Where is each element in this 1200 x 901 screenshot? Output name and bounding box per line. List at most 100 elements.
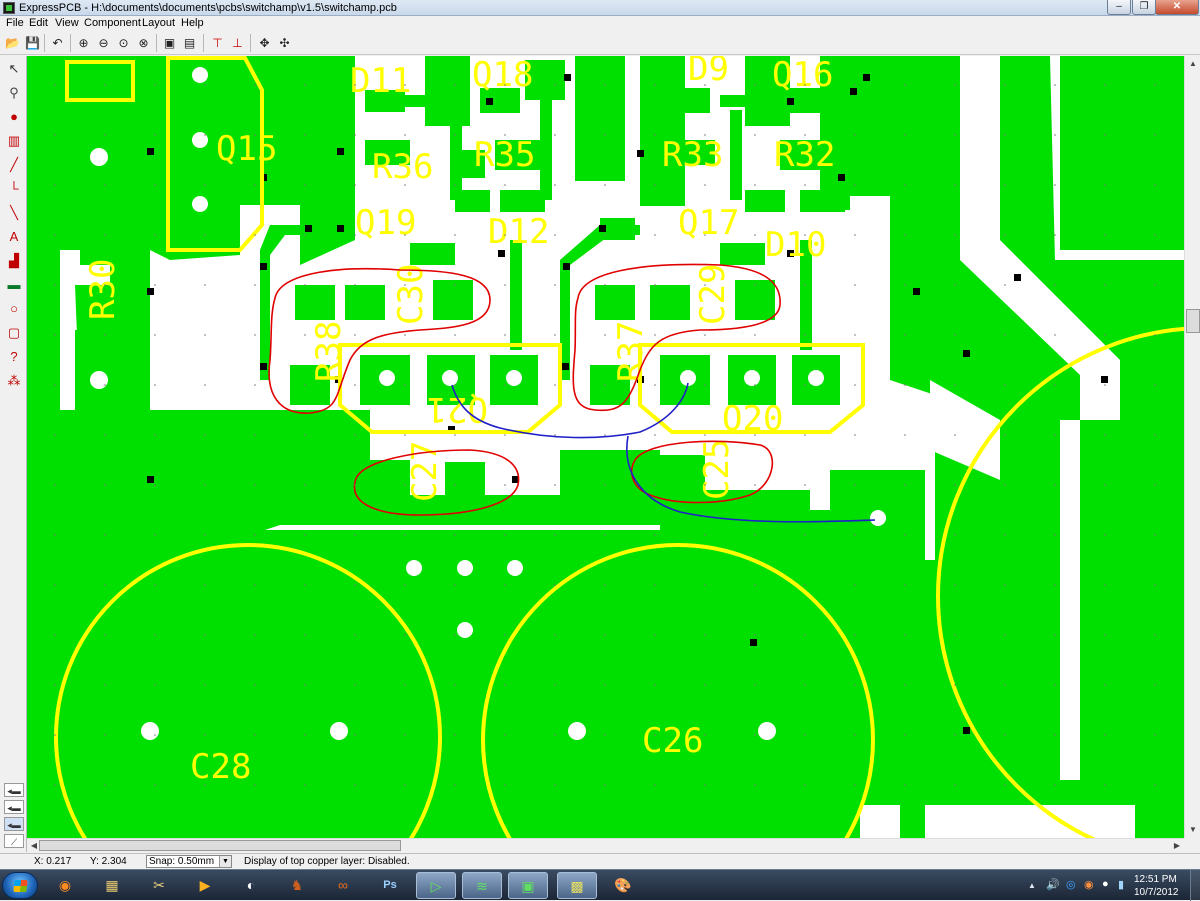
net-tool[interactable]: ⁂ [4,371,24,391]
layer-bottom-button[interactable]: ◂▬ [4,800,24,814]
menu-edit[interactable]: Edit [29,17,48,30]
grid-dot [604,284,606,286]
select-tool[interactable]: ↖ [4,59,24,79]
mirror-bottom-icon: ⊥ [232,36,243,50]
grid-dot [454,384,456,386]
start-button[interactable] [2,872,38,899]
taskbar-pcb[interactable]: ≋ [462,872,502,899]
horizontal-scrollbar[interactable]: ◀ ▶ [27,838,1184,852]
grid-dot [1054,634,1056,636]
grid-dot [304,534,306,536]
taskbar-tools[interactable]: ✂ [139,872,179,899]
save-file-button[interactable]: 💾 [23,34,42,52]
query-tool[interactable]: ? [4,347,24,367]
grid-dot [554,484,556,486]
taskbar-paint[interactable]: 🎨 [603,872,643,899]
grid-dot [204,584,206,586]
grid-dot [754,234,756,236]
trace-tool[interactable]: ╱ [4,155,24,175]
taskbar-explorer[interactable]: ▦ [92,872,132,899]
fill-tool[interactable]: ▟ [4,251,24,271]
maximize-icon: ❐ [1139,1,1149,12]
grid-dot [754,134,756,136]
minimize-button[interactable]: – [1107,0,1131,15]
move-button[interactable]: ✥ [255,34,274,52]
show-desktop-button[interactable] [1190,870,1200,901]
menu-help[interactable]: Help [181,17,204,30]
hole-tool[interactable]: ○ [4,299,24,319]
mirror-bottom-button[interactable]: ⊥ [228,34,247,52]
grid-dot [904,334,906,336]
close-button[interactable]: ✕ [1155,0,1199,15]
component-edit-button[interactable]: ▤ [180,34,199,52]
plane-tool[interactable]: ▬ [4,275,24,295]
taskbar-expresspcb[interactable]: ▣ [508,872,548,899]
undo-button[interactable]: ↶ [48,34,67,52]
tray-arrow-icon[interactable]: ▲ [1028,881,1036,890]
layer-top-button[interactable]: ◂▬ [4,783,24,797]
taskbar-photoshop[interactable]: Ps [370,872,410,899]
pcb-canvas[interactable]: D11 Q18 D9 Q16 Q15 R36 R35 R33 R32 Q19 D… [27,56,1184,838]
taskbar-board[interactable]: ▩ [557,872,597,899]
label-r35: R35 [474,135,535,175]
tray-app1-icon[interactable]: ◎ [1066,878,1076,891]
clock-time[interactable]: 12:51 PM [1134,874,1177,885]
zoom-in-button[interactable]: ⊕ [74,34,93,52]
grid-dot [404,234,406,236]
zoom-fit-button[interactable]: ⊗ [134,34,153,52]
layer-silk-button[interactable]: ⟋ [4,834,24,848]
taskbar-arduino[interactable]: ∞ [323,872,363,899]
pcb-layout[interactable]: D11 Q18 D9 Q16 Q15 R36 R35 R33 R32 Q19 D… [27,56,1184,838]
clock-date[interactable]: 10/7/2012 [1134,887,1179,898]
horizontal-scroll-thumb[interactable] [39,840,401,851]
menu-component[interactable]: Component [84,17,141,30]
grid-dot [1054,734,1056,736]
taskbar-firefox[interactable]: ◉ [45,872,85,899]
taskbar-media[interactable]: ▶ [185,872,225,899]
grid-dot [654,434,656,436]
tray-app2-icon[interactable]: ◉ [1084,878,1094,891]
grid-dot [504,434,506,436]
grid-dot [904,434,906,436]
taskbar-live[interactable]: ◐ [231,872,271,899]
rect-tool[interactable]: ▢ [4,323,24,343]
move-all-button[interactable]: ✣ [275,34,294,52]
vertical-scrollbar[interactable]: ▲ ▼ [1184,56,1200,838]
component-props-button[interactable]: ▣ [160,34,179,52]
tray-network-icon[interactable]: ▮ [1118,878,1124,891]
folder-open-icon: 📂 [5,36,20,50]
snap-select[interactable]: Snap: 0.50mm ▼ [146,855,232,868]
tray-volume-icon[interactable]: 🔊 [1046,878,1060,891]
grid-dot [104,234,106,236]
component-select-tool[interactable]: ⚲ [4,83,24,103]
chevron-down-icon[interactable]: ▼ [219,856,231,867]
grid-dot [804,234,806,236]
menu-view[interactable]: View [55,17,79,30]
grid-dot [154,84,156,86]
layer-both-button[interactable]: ◂▬ [4,817,24,831]
vertical-scroll-thumb[interactable] [1186,309,1200,333]
zoom-out-button[interactable]: ⊖ [94,34,113,52]
trace-corner-tool[interactable]: └ [4,179,24,199]
ic-tool[interactable]: ▥ [4,131,24,151]
scroll-down-icon[interactable]: ▼ [1185,822,1200,838]
taskbar-schematic[interactable]: ▷ [416,872,456,899]
maximize-button[interactable]: ❐ [1132,0,1156,15]
grid-dot [254,284,256,286]
tray-app3-icon[interactable]: ● [1102,878,1109,890]
diagonal-trace-tool[interactable]: ╲ [4,203,24,223]
zoom-window-button[interactable]: ⊙ [114,34,133,52]
layer-both-icon: ◂▬ [7,820,21,830]
mirror-top-button[interactable]: ⊤ [208,34,227,52]
grid-dot [1154,334,1156,336]
open-file-button[interactable]: 📂 [3,34,22,52]
grid-dot [604,634,606,636]
pad-tool[interactable]: ● [4,107,24,127]
text-tool[interactable]: A [4,227,24,247]
taskbar-spartan[interactable]: ♞ [277,872,317,899]
scroll-up-icon[interactable]: ▲ [1185,56,1200,72]
menu-file[interactable]: File [6,17,24,30]
grid-dot [954,534,956,536]
scroll-right-icon[interactable]: ▶ [1170,839,1184,853]
menu-layout[interactable]: Layout [142,17,175,30]
